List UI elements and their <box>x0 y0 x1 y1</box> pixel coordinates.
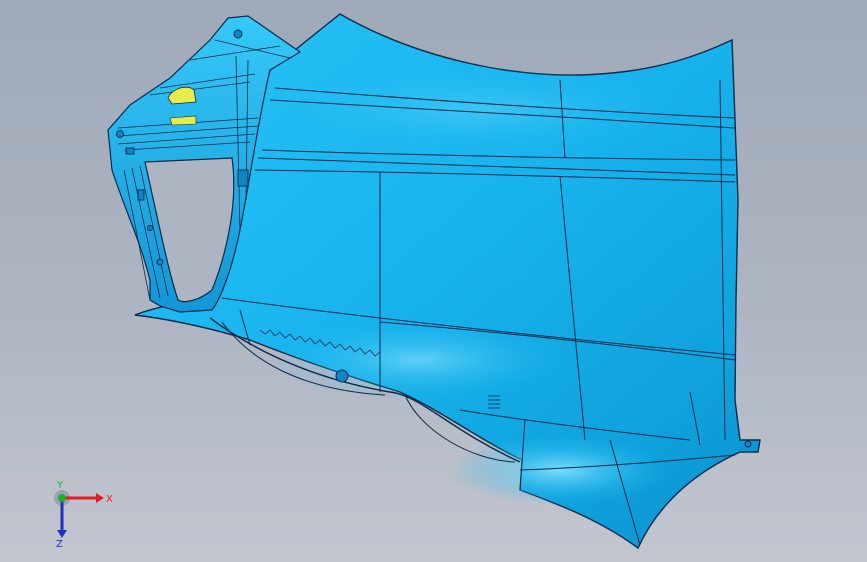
surface-highlight <box>260 65 700 155</box>
mounting-hole <box>335 369 349 383</box>
axis-triad: X Y Z <box>54 480 113 548</box>
x-axis-arrow <box>96 493 104 503</box>
fender-model[interactable] <box>0 0 867 562</box>
surface-highlight <box>450 435 670 505</box>
z-axis-arrow <box>57 530 67 538</box>
surface-highlight <box>270 320 570 400</box>
y-axis-label: Y <box>56 480 64 491</box>
y-axis-dot <box>58 494 66 502</box>
z-axis-label: Z <box>56 539 63 548</box>
x-axis-label: X <box>106 494 113 505</box>
mounting-tab-hole <box>744 440 752 448</box>
3d-viewport[interactable]: X Y Z <box>0 0 867 562</box>
